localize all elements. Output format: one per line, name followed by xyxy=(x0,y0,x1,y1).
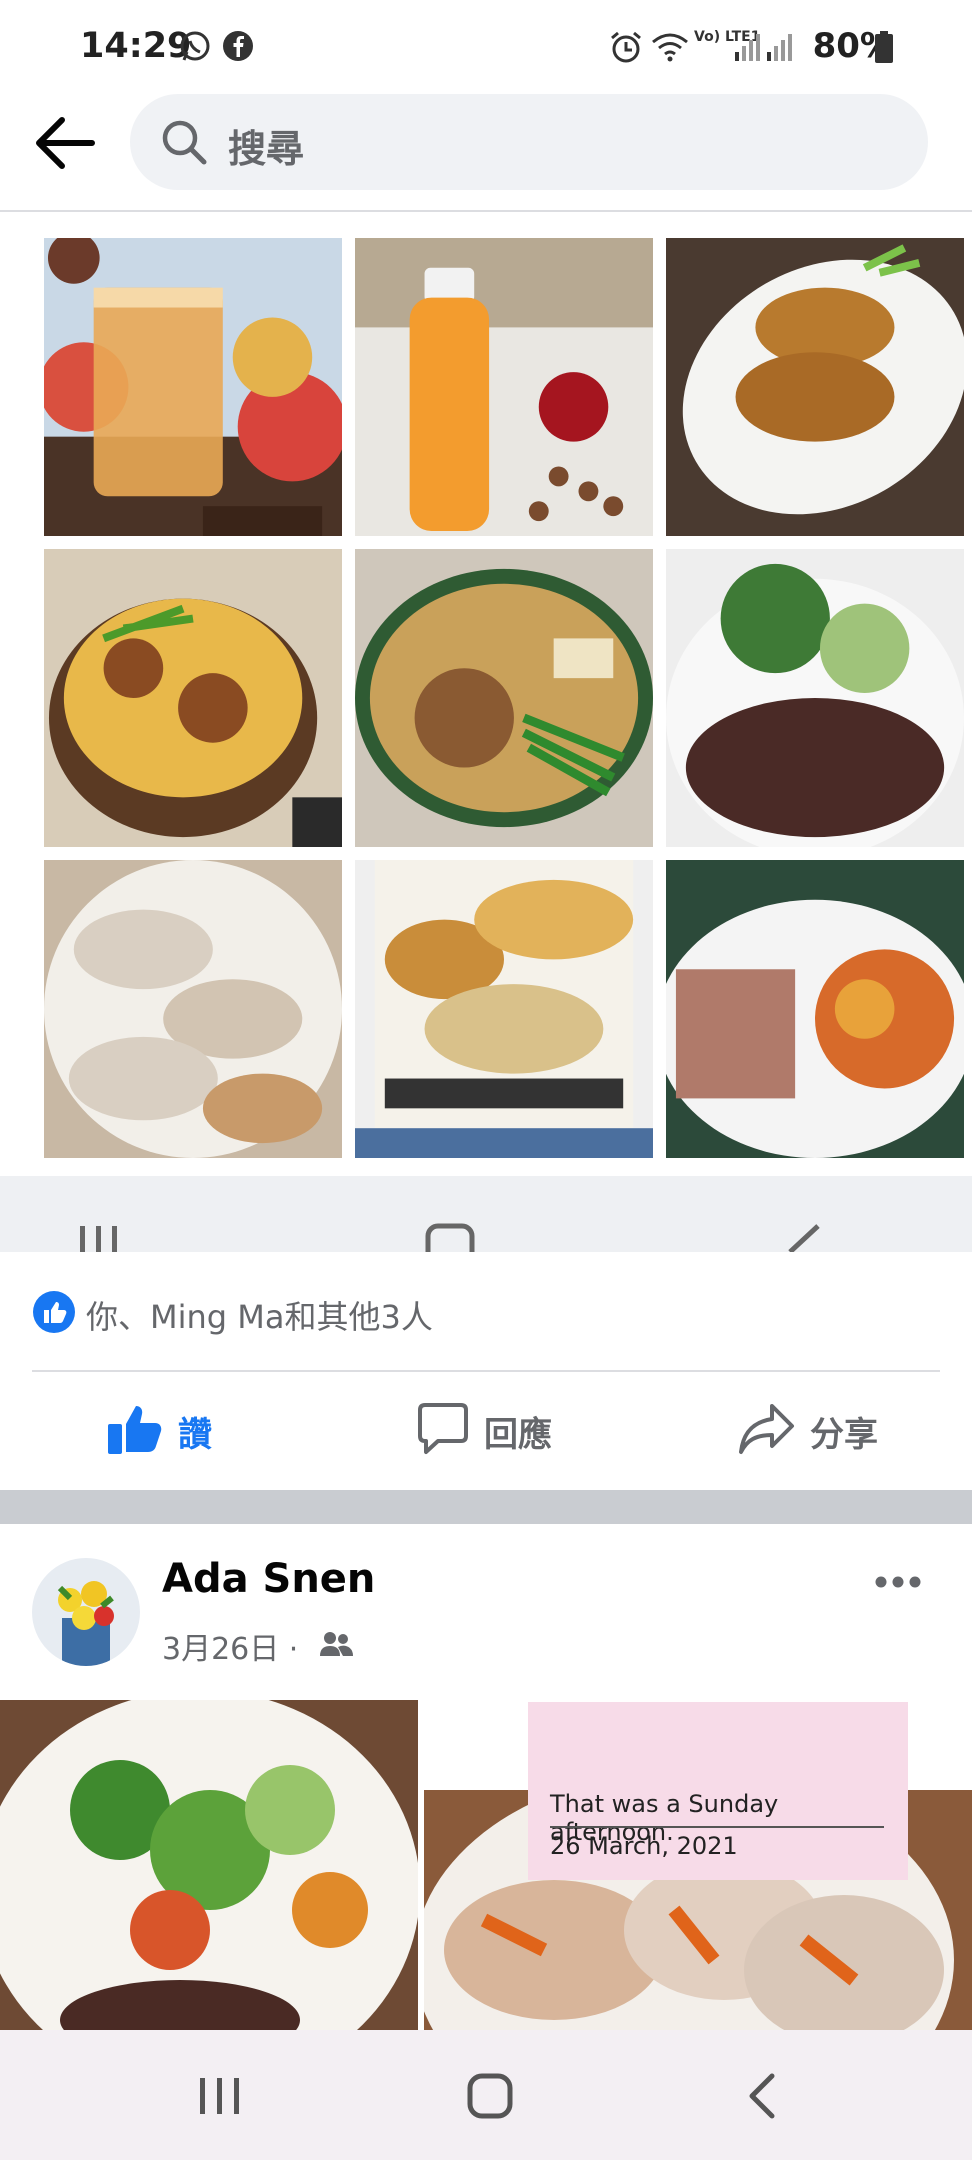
post-date[interactable]: 3月26日 · xyxy=(162,1624,298,1668)
recent-apps-icon[interactable] xyxy=(196,2076,244,2116)
comment-button[interactable]: 回應 xyxy=(416,1372,552,1490)
reactions-summary[interactable]: 你、Ming Ma和其他3人 xyxy=(0,1252,972,1372)
feed-post: Ada Snen 3月26日 · That was a Sunday after… xyxy=(0,1524,972,2034)
facebook-icon xyxy=(222,30,254,62)
photo-fried-chicken-wings[interactable] xyxy=(666,238,964,536)
photo-dumplings[interactable] xyxy=(44,860,342,1158)
more-icon[interactable] xyxy=(874,1572,922,1592)
system-nav-bar xyxy=(0,2030,972,2160)
post-action-bar: 讚 回應 分享 xyxy=(0,1372,972,1490)
photo-chicken-rice-bowl[interactable] xyxy=(44,549,342,847)
signal-icon xyxy=(766,32,792,62)
friends-icon xyxy=(318,1630,354,1658)
photo-apple-tea[interactable] xyxy=(44,238,342,536)
photo-cucumber-salad[interactable] xyxy=(666,549,964,847)
note-line-2: 26 March, 2021 xyxy=(550,1832,738,1860)
thumbs-up-icon xyxy=(106,1402,164,1460)
photo-meal-printout[interactable] xyxy=(355,860,653,1158)
post-photo-cucumber[interactable] xyxy=(0,1700,418,2034)
author-name[interactable]: Ada Snen xyxy=(162,1556,375,1602)
back-arrow-icon[interactable] xyxy=(34,116,96,170)
reactions-text: 你、Ming Ma和其他3人 xyxy=(86,1298,433,1336)
status-time: 14:29 xyxy=(80,26,192,66)
like-reaction-icon xyxy=(32,1290,76,1334)
screenshot-nav-strip xyxy=(0,1176,972,1252)
comment-label: 回應 xyxy=(484,1414,552,1455)
note-card: That was a Sunday afternoon. 26 March, 2… xyxy=(528,1702,908,1880)
status-bar: 14:29 Vo) LTE1 80% xyxy=(0,0,972,90)
search-header: 搜尋 xyxy=(0,90,972,212)
battery-icon xyxy=(874,30,894,64)
whatsapp-icon xyxy=(178,30,212,64)
share-icon xyxy=(738,1402,796,1460)
share-button[interactable]: 分享 xyxy=(738,1372,878,1490)
like-label: 讚 xyxy=(178,1414,212,1455)
note-underline xyxy=(550,1826,884,1828)
back-icon[interactable] xyxy=(744,2072,778,2120)
feed-separator xyxy=(0,1490,972,1524)
comment-icon xyxy=(416,1402,470,1460)
share-label: 分享 xyxy=(810,1414,878,1455)
alarm-icon xyxy=(608,30,644,64)
wifi-icon xyxy=(650,30,690,64)
photo-juice-bottle[interactable] xyxy=(355,238,653,536)
photo-minced-pork-noodle[interactable] xyxy=(355,549,653,847)
signal-icon xyxy=(734,32,760,62)
home-icon[interactable] xyxy=(466,2072,514,2120)
avatar[interactable] xyxy=(32,1558,140,1666)
search-placeholder: 搜尋 xyxy=(228,127,305,171)
like-button[interactable]: 讚 xyxy=(106,1372,212,1490)
search-input[interactable]: 搜尋 xyxy=(130,94,928,190)
photo-pork-and-tofu[interactable] xyxy=(666,860,964,1158)
search-icon xyxy=(160,118,208,166)
